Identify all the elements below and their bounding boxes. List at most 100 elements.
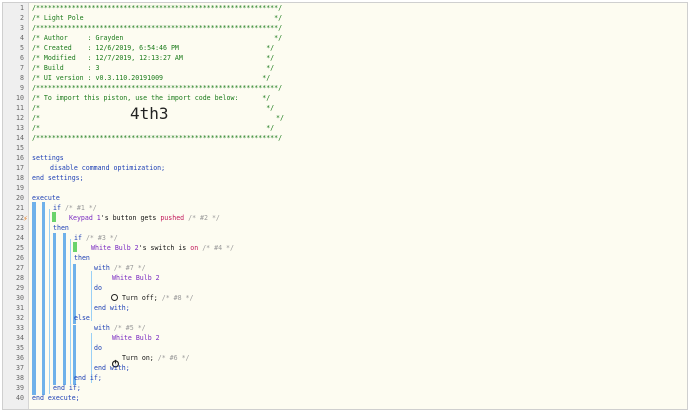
condition-marker — [73, 242, 77, 252]
statement-id: /* #1 */ — [64, 204, 97, 212]
line-number: 5 — [20, 44, 24, 52]
line-number: 12 — [16, 114, 24, 122]
if-block-line — [49, 209, 50, 394]
else-keyword[interactable]: else — [74, 313, 90, 323]
if-statement-1[interactable]: if /* #1 */ — [53, 203, 97, 213]
header-author: /* Author : Grayden */ — [32, 34, 283, 42]
line-number: 34 — [16, 334, 24, 342]
line-number: 2 — [20, 14, 24, 22]
execute-block-bar — [32, 202, 36, 395]
line-number: 33 — [16, 324, 24, 332]
line-number: 28 — [16, 274, 24, 282]
execute-keyword[interactable]: execute — [32, 193, 60, 203]
line-number: 27 — [16, 264, 24, 272]
condition-value: pushed — [160, 214, 185, 222]
with-statement-2[interactable]: with /* #5 */ — [94, 323, 146, 333]
line-number: 20 — [16, 194, 24, 202]
action-text: Turn on; — [122, 354, 154, 362]
with-statement-1[interactable]: with /* #7 */ — [94, 263, 146, 273]
line-number: 15 — [16, 144, 24, 152]
header-import-prefix: /* — [32, 114, 40, 122]
line-number: 13 — [16, 124, 24, 132]
import-code[interactable]: 4th3 — [130, 105, 169, 123]
end-with[interactable]: end with; — [94, 363, 130, 373]
statement-id: /* #3 */ — [85, 234, 118, 242]
header-border: /***************************************… — [32, 24, 283, 32]
line-number: 38 — [16, 374, 24, 382]
line-number: 16 — [16, 154, 24, 162]
condition-attribute: 's button gets — [100, 214, 157, 222]
settings-option[interactable]: disable command optimization; — [50, 163, 165, 173]
settings-keyword[interactable]: settings — [32, 153, 64, 163]
if-keyword: if — [53, 204, 61, 212]
with-keyword: with — [94, 264, 110, 272]
line-number: 8 — [20, 74, 24, 82]
header-title: /* Light Pole */ — [32, 14, 283, 22]
condition-1[interactable]: Keypad 1's button gets pushed /* #2 */ — [69, 213, 220, 223]
line-number: 32 — [16, 314, 24, 322]
header-import-note: /* To import this piston, use the import… — [32, 94, 271, 102]
end-if[interactable]: end if; — [74, 373, 102, 383]
line-number: 26 — [16, 254, 24, 262]
line-number: 35 — [16, 344, 24, 352]
line-number: 14 — [16, 134, 24, 142]
end-if[interactable]: end if; — [53, 383, 81, 393]
execute-block-bar — [42, 202, 45, 395]
if-statement-2[interactable]: if /* #3 */ — [74, 233, 118, 243]
header-border: /***************************************… — [32, 134, 283, 142]
code-editor: 1 2 3 4 5 6 7 8 9 10 11 12 13 14 15 16 1… — [2, 2, 688, 410]
line-number: 31 — [16, 304, 24, 312]
with-device[interactable]: White Bulb 2 — [112, 333, 160, 343]
then-keyword[interactable]: then — [74, 253, 90, 263]
line-number: 39 — [16, 384, 24, 392]
line-number: 9 — [20, 84, 24, 92]
line-number: 40 — [16, 394, 24, 402]
line-number: 22 — [16, 214, 24, 222]
line-number: 37 — [16, 364, 24, 372]
header-ui-version: /* UI version : v0.3.110.20191009 */ — [32, 74, 271, 82]
with-block-line — [91, 271, 92, 321]
if-block-bar — [53, 233, 56, 385]
header-modified: /* Modified : 12/7/2019, 12:13:27 AM */ — [32, 54, 275, 62]
line-number: 4 — [20, 34, 24, 42]
condition-value: on — [190, 244, 199, 252]
condition-2[interactable]: White Bulb 2's switch is on /* #4 */ — [91, 243, 234, 253]
line-number: 10 — [16, 94, 24, 102]
line-number: 23 — [16, 224, 24, 232]
line-number: 30 — [16, 294, 24, 302]
action-turn-off[interactable]: Turn off; /* #8 */ — [122, 293, 193, 303]
if-block-line — [70, 239, 71, 384]
header-import-suffix: */ — [276, 114, 284, 122]
action-text: Turn off; — [122, 294, 158, 302]
header-created: /* Created : 12/6/2019, 6:54:46 PM */ — [32, 44, 275, 52]
settings-end[interactable]: end settings; — [32, 173, 84, 183]
condition-marker — [52, 212, 56, 222]
line-number: 29 — [16, 284, 24, 292]
statement-id: /* #2 */ — [188, 214, 220, 222]
end-with[interactable]: end with; — [94, 303, 130, 313]
line-number: 19 — [16, 184, 24, 192]
if-block-bar — [63, 233, 66, 385]
line-number: 11 — [16, 104, 24, 112]
with-device[interactable]: White Bulb 2 — [112, 273, 160, 283]
statement-id: /* #7 */ — [113, 264, 146, 272]
line-number: 6 — [20, 54, 24, 62]
end-execute[interactable]: end execute; — [32, 393, 80, 403]
line-number: 21 — [16, 204, 24, 212]
header-build: /* Build : 3 */ — [32, 64, 275, 72]
statement-id: /* #6 */ — [157, 354, 190, 362]
do-keyword[interactable]: do — [94, 343, 102, 353]
line-number: 24 — [16, 234, 24, 242]
action-turn-on[interactable]: Turn on; /* #6 */ — [122, 353, 190, 363]
line-number: 18 — [16, 174, 24, 182]
with-keyword: with — [94, 324, 110, 332]
power-off-icon — [111, 294, 118, 301]
power-on-icon — [111, 353, 120, 368]
device-name: Keypad 1 — [69, 214, 101, 222]
line-number: 3 — [20, 24, 24, 32]
line-number: 25 — [16, 244, 24, 252]
header-blank: /* */ — [32, 124, 275, 132]
then-keyword[interactable]: then — [53, 223, 69, 233]
do-keyword[interactable]: do — [94, 283, 102, 293]
line-number: 1 — [20, 4, 24, 12]
